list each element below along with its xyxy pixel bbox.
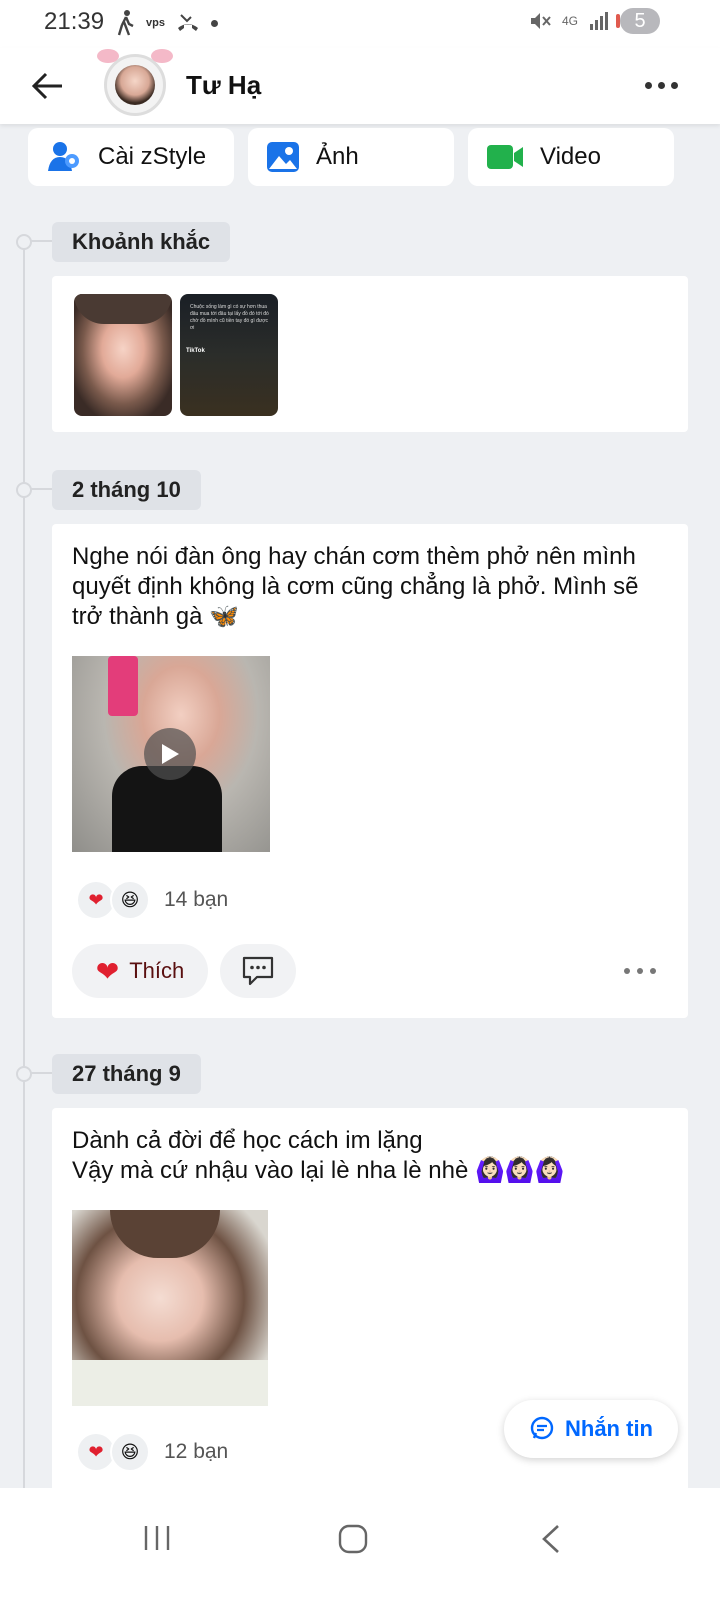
video-label: Video	[540, 143, 601, 170]
timeline-dot	[16, 482, 32, 498]
post-text-line: quyết định không là cơm cũng chẳng là ph…	[72, 573, 639, 600]
white-shirt	[72, 1360, 268, 1406]
timeline-dot	[16, 1066, 32, 1082]
post-date: 27 tháng 9	[52, 1054, 201, 1094]
like-button[interactable]: ❤ Thích	[72, 944, 208, 998]
post-more-icon[interactable]	[624, 968, 656, 974]
status-left-icons: vps	[116, 10, 218, 36]
phone-pink	[108, 656, 138, 716]
moments-label: Khoảnh khắc	[52, 222, 231, 262]
home-icon[interactable]	[338, 1524, 368, 1554]
system-nav-bar	[0, 1488, 720, 1600]
message-label: Nhắn tin	[565, 1416, 653, 1441]
post-text-line: Vậy mà cứ nhậu vào lại lè nha lè nhè 🙆🏻‍…	[72, 1157, 565, 1184]
mute-icon	[530, 13, 551, 29]
post-text: Dành cả đời để học cách im lặng Vậy mà c…	[72, 1126, 672, 1186]
post-image-thumb[interactable]	[72, 1210, 268, 1406]
dot-icon	[210, 19, 218, 27]
chat-bubble-icon	[530, 1416, 554, 1440]
heart-icon: ❤	[95, 955, 120, 987]
post-card: Nghe nói đàn ông hay chán cơm thèm phở n…	[52, 524, 688, 1018]
back-nav-icon[interactable]	[540, 1524, 562, 1554]
post-date: 2 tháng 10	[52, 470, 201, 510]
photo-label: Ảnh	[316, 143, 359, 170]
battery-icon: 5	[616, 8, 660, 34]
zstyle-label: Cài zStyle	[98, 143, 207, 170]
timeline-connector	[30, 240, 52, 242]
timeline-connector	[30, 1072, 52, 1074]
play-icon	[162, 744, 179, 764]
status-bar: 21:39 vps 4G 5	[0, 0, 720, 48]
play-button[interactable]	[144, 728, 196, 780]
reaction-summary[interactable]: ❤ 😆 14 bạn	[76, 880, 228, 920]
moment-caption: Chuộc sống làm gì có sự hơn thua đâu mua…	[190, 304, 269, 331]
comment-icon	[242, 956, 274, 986]
hair-top	[110, 1210, 220, 1258]
post-text-line: Nghe nói đàn ông hay chán cơm thèm phở n…	[72, 543, 636, 570]
laugh-reaction-icon: 😆	[110, 1432, 150, 1472]
post-text-line: Dành cả đời để học cách im lặng	[72, 1127, 423, 1154]
avatar[interactable]	[97, 49, 173, 116]
post-text: Nghe nói đàn ông hay chán cơm thèm phở n…	[72, 542, 672, 632]
zstyle-button[interactable]: Cài zStyle	[28, 128, 234, 186]
moment-hair	[74, 294, 172, 324]
like-label: Thích	[129, 958, 185, 983]
signal-icon	[590, 12, 608, 30]
missed-call-icon	[177, 14, 198, 31]
status-time: 21:39	[44, 8, 105, 35]
reaction-count: 14 bạn	[164, 888, 229, 911]
bow-decoration	[151, 49, 173, 63]
back-arrow-icon[interactable]	[30, 68, 66, 104]
status-right-icons: 4G 5	[528, 8, 660, 34]
moment-thumb[interactable]: Chuộc sống làm gì có sự hơn thua đâu mua…	[180, 294, 278, 416]
image-icon	[267, 142, 299, 172]
carrier-label: vps	[146, 17, 165, 29]
message-button[interactable]: Nhắn tin	[504, 1400, 678, 1458]
photo-button[interactable]: Ảnh	[248, 128, 454, 186]
video-camera-icon	[487, 145, 523, 169]
laugh-reaction-icon: 😆	[110, 880, 150, 920]
moment-thumb[interactable]	[74, 294, 172, 416]
avatar-image	[115, 65, 155, 105]
tiktok-watermark: TikTok	[186, 348, 205, 354]
timeline-dot	[16, 234, 32, 250]
comment-button[interactable]	[220, 944, 296, 998]
recent-apps-icon[interactable]	[142, 1524, 172, 1552]
post-video-thumb[interactable]	[72, 656, 270, 852]
profile-actions: Cài zStyle Ảnh Video	[28, 128, 674, 186]
post-text-line: trở thành gà 🦋	[72, 603, 240, 630]
person-style-icon	[48, 142, 79, 171]
reaction-summary[interactable]: ❤ 😆 12 bạn	[76, 1432, 228, 1472]
more-options-icon[interactable]	[645, 82, 678, 89]
walking-icon	[117, 10, 134, 36]
timeline-connector	[30, 488, 52, 490]
moments-card: Chuộc sống làm gì có sự hơn thua đâu mua…	[52, 276, 688, 432]
network-type: 4G	[561, 14, 578, 28]
bow-decoration	[97, 49, 119, 63]
page-title[interactable]: Tư Hạ	[186, 70, 261, 101]
timeline-line	[23, 240, 25, 1500]
video-button[interactable]: Video	[468, 128, 674, 186]
app-header: Tư Hạ	[0, 48, 720, 124]
reaction-count: 12 bạn	[164, 1440, 229, 1463]
